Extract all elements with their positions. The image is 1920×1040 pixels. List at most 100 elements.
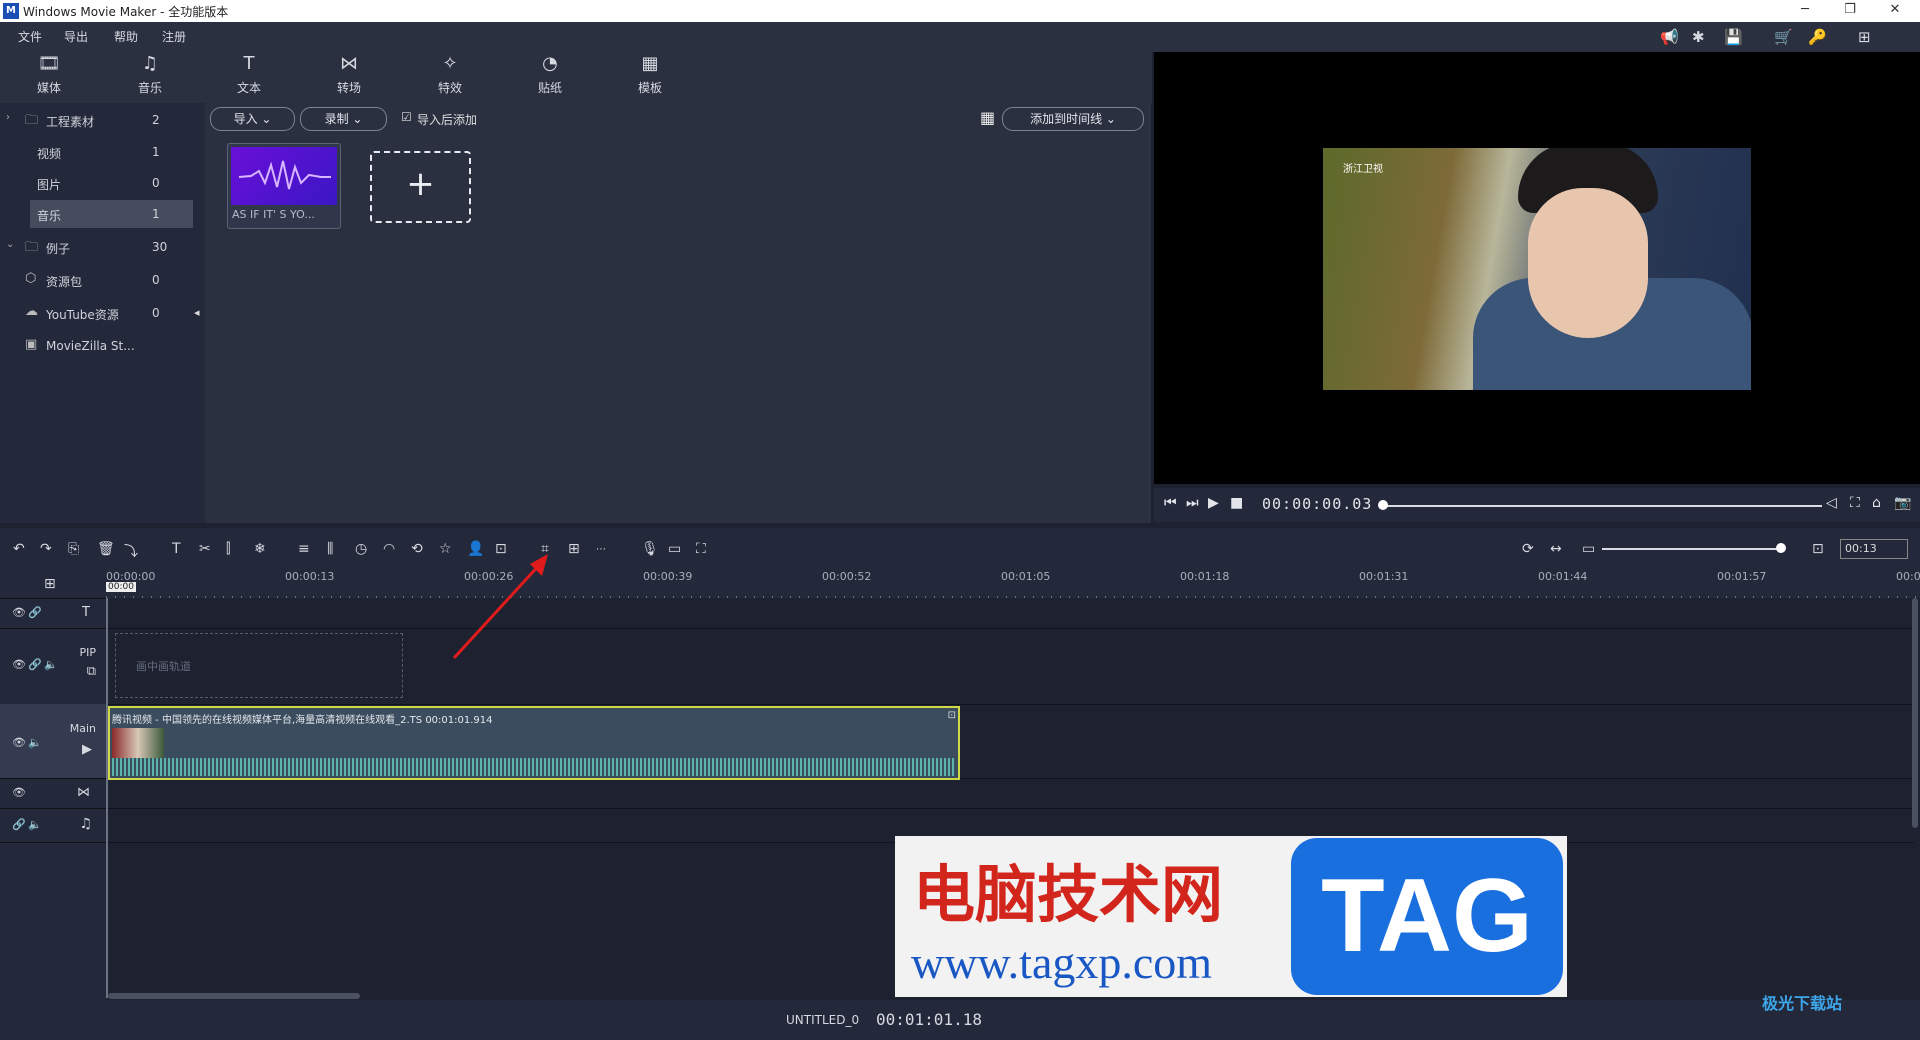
zoom-slider[interactable]	[1602, 548, 1782, 550]
add-track-icon[interactable]: ⊞	[44, 576, 56, 592]
speaker-icon[interactable]: 🔈	[44, 658, 58, 671]
text-track[interactable]	[106, 598, 1914, 629]
next-frame-button[interactable]: ⏭	[1186, 495, 1199, 511]
clip-menu-icon[interactable]: ⊡	[948, 710, 956, 721]
minimize-button[interactable]: ─	[1790, 2, 1820, 17]
snapshot-icon[interactable]: 📷	[1894, 495, 1911, 511]
align-icon[interactable]: ≡	[298, 541, 310, 557]
expand-arrow-icon[interactable]: ⌄	[6, 239, 14, 250]
aspect-icon[interactable]: ⌂	[1872, 495, 1881, 511]
zoom-out-icon[interactable]: ▭	[1582, 541, 1595, 557]
import-dropdown[interactable]: 导入 ⌄	[210, 107, 295, 131]
link-icon[interactable]: 🔗	[12, 818, 26, 831]
sidebar-item-moviezilla[interactable]: ▣ MovieZilla St...	[0, 332, 200, 360]
preview-scrub-bar[interactable]	[1382, 505, 1822, 507]
timeline-horizontal-scrollbar[interactable]	[108, 993, 360, 999]
sidebar-item-image[interactable]: 图片 0	[0, 169, 200, 197]
pip-track-header: 👁 🔗 🔈 PIP ⧉	[0, 628, 106, 705]
zoom-handle[interactable]	[1776, 543, 1786, 553]
tab-sticker[interactable]: ◔ 贴纸	[510, 49, 590, 103]
curve-icon[interactable]: ◠	[383, 541, 395, 557]
eye-icon[interactable]: 👁	[12, 658, 26, 671]
tab-transition[interactable]: ⋈ 转场	[309, 49, 389, 103]
sidebar-item-video[interactable]: 视频 1	[0, 138, 200, 166]
fullscreen-icon[interactable]: ⛶	[1850, 495, 1860, 511]
close-button[interactable]: ✕	[1880, 2, 1910, 17]
previous-frame-button[interactable]: ⏮	[1164, 495, 1177, 511]
record-dropdown[interactable]: 录制 ⌄	[300, 107, 387, 131]
tab-text[interactable]: T 文本	[209, 49, 289, 103]
media-item[interactable]: AS IF IT' S YO...	[227, 143, 341, 229]
playhead-line[interactable]	[106, 598, 108, 998]
sidebar-item-count: 0	[152, 176, 160, 190]
menu-help[interactable]: 帮助	[114, 28, 138, 45]
tab-media[interactable]: 🎞 媒体	[9, 49, 89, 103]
text-tool-icon[interactable]: T	[172, 541, 181, 557]
menu-file[interactable]: 文件	[18, 28, 42, 45]
delete-icon[interactable]: 🗑	[97, 541, 115, 557]
split-icon[interactable]: ⫿	[226, 541, 230, 557]
rotate-icon[interactable]: ⟲	[411, 541, 423, 557]
replace-icon[interactable]: ⤵	[124, 541, 138, 561]
tab-music[interactable]: ♫ 音乐	[110, 49, 190, 103]
zoom-value-input[interactable]: 00:13	[1840, 539, 1908, 559]
transition-track[interactable]	[106, 778, 1914, 809]
scrub-handle[interactable]	[1378, 500, 1388, 510]
add-media-button[interactable]: +	[370, 151, 471, 223]
columns-icon[interactable]: ⫼	[327, 541, 333, 557]
collapse-sidebar-icon[interactable]: ◂	[194, 306, 200, 319]
sidebar-item-label: 例子	[46, 242, 71, 256]
loop-icon[interactable]: ⟳	[1522, 541, 1534, 557]
sidebar-item-resource-pack[interactable]: ⬡ 资源包 0	[0, 266, 200, 294]
timeline-ruler[interactable]: 00:00:00 00:00:13 00:00:26 00:00:39 00:0…	[106, 570, 1920, 598]
cut-icon[interactable]: ✂	[199, 541, 211, 557]
speaker-icon[interactable]: 🔈	[28, 736, 42, 749]
sidebar-item-music[interactable]: 音乐 1	[30, 200, 193, 228]
link-icon[interactable]: 🔗	[28, 658, 42, 671]
eye-icon[interactable]: 👁	[12, 786, 26, 799]
copy-icon[interactable]: ⎘	[68, 541, 79, 557]
cart-icon[interactable]: 🛒	[1774, 28, 1793, 46]
fit-icon[interactable]: ↔	[1550, 541, 1562, 557]
link-icon[interactable]: 🔗	[28, 606, 42, 619]
microphone-icon[interactable]: 🎙	[641, 541, 659, 557]
video-clip[interactable]: 腾讯视频 - 中国领先的在线视频媒体平台,海量高清视频在线观看_2.TS 00:…	[108, 706, 960, 780]
grid-icon[interactable]: ⊞	[1858, 28, 1871, 46]
save-icon[interactable]: 💾	[1724, 28, 1743, 46]
playhead-label[interactable]: 00:00	[106, 582, 136, 592]
volume-icon[interactable]: ◁	[1826, 495, 1837, 511]
screen-record-icon[interactable]: ⛶	[696, 541, 706, 557]
expand-arrow-icon[interactable]: ›	[6, 112, 10, 123]
eye-icon[interactable]: 👁	[12, 736, 26, 749]
play-button[interactable]: ▶	[1208, 495, 1219, 511]
key-icon[interactable]: 🔑	[1808, 28, 1827, 46]
star-icon[interactable]: ✱	[1692, 28, 1705, 46]
speed-icon[interactable]: ◷	[355, 541, 367, 557]
redo-icon[interactable]: ↷	[40, 541, 52, 557]
zoom-in-icon[interactable]: ⊡	[1812, 541, 1824, 557]
add-after-import-checkbox[interactable]: ☑	[401, 110, 412, 124]
pip-tool-icon[interactable]: ⊞	[568, 541, 580, 557]
undo-icon[interactable]: ↶	[13, 541, 25, 557]
speaker-icon[interactable]: 🔈	[28, 818, 42, 831]
sidebar-item-project-assets[interactable]: › 🗀 工程素材 2	[0, 106, 200, 134]
sidebar-item-examples[interactable]: ⌄ 🗀 例子 30	[0, 233, 200, 261]
freeze-icon[interactable]: ❄	[254, 541, 266, 557]
timeline-vertical-scrollbar[interactable]	[1912, 598, 1918, 828]
stop-button[interactable]: ■	[1230, 495, 1243, 511]
menu-export[interactable]: 导出	[64, 28, 88, 45]
menu-register[interactable]: 注册	[162, 28, 186, 45]
camera-record-icon[interactable]: ▭	[668, 541, 681, 557]
ratio-icon[interactable]: ⋯	[596, 544, 606, 555]
restore-button[interactable]: ❐	[1835, 2, 1865, 17]
grid-view-icon[interactable]: ▦	[980, 108, 995, 127]
add-to-timeline-button[interactable]: 添加到时间线 ⌄	[1002, 107, 1144, 131]
eye-icon[interactable]: 👁	[12, 606, 26, 619]
sidebar-item-youtube[interactable]: ☁ YouTube资源 0	[0, 299, 200, 327]
pip-track-placeholder[interactable]: 画中画轨道	[115, 633, 403, 698]
mark-icon[interactable]: ☆	[439, 541, 452, 557]
video-frame: 浙江卫视	[1323, 148, 1751, 390]
tab-effects[interactable]: ✧ 特效	[410, 49, 490, 103]
megaphone-icon[interactable]: 📢	[1660, 28, 1679, 46]
tab-template[interactable]: ▦ 模板	[610, 49, 690, 103]
